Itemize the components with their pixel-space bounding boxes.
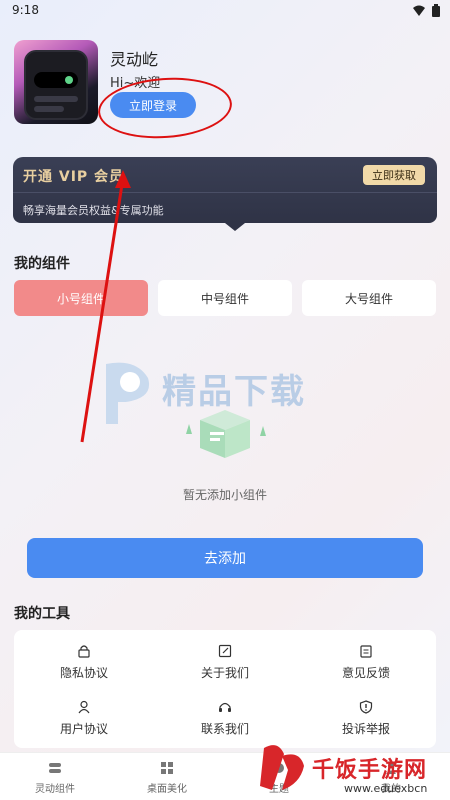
watermark-logo-icon — [106, 362, 150, 424]
tool-label: 联系我们 — [200, 722, 249, 736]
tools-grid: 隐私协议 关于我们 意见反馈 用户协议 联系我们 投诉举报 — [14, 630, 436, 748]
tool-privacy-policy[interactable]: 隐私协议 — [14, 636, 154, 686]
site-logo-icon — [260, 745, 304, 790]
empty-state-text: 暂无添加小组件 — [182, 488, 267, 502]
tool-label: 关于我们 — [200, 666, 249, 680]
nav-item-widgets[interactable]: 灵动组件 — [0, 757, 110, 796]
shield-alert-icon — [359, 700, 373, 714]
status-icons — [412, 4, 440, 17]
widget-size-tabs: 小号组件 中号组件 大号组件 — [14, 280, 436, 316]
add-widget-button[interactable]: 去添加 — [27, 538, 423, 578]
phone-bar — [34, 96, 78, 102]
tab-medium-widget[interactable]: 中号组件 — [158, 280, 292, 316]
grid-icon — [161, 762, 173, 774]
tool-feedback[interactable]: 意见反馈 — [296, 636, 436, 686]
battery-icon — [432, 4, 440, 17]
phone-bar — [34, 106, 64, 112]
tool-label: 投诉举报 — [341, 722, 390, 736]
tool-label: 用户协议 — [59, 722, 108, 736]
status-bar: 9:18 — [0, 0, 450, 22]
app-name: 灵动屹 — [110, 50, 159, 69]
vip-banner[interactable]: 开通 VIP 会员 立即获取 畅享海量会员权益&专属功能 — [13, 157, 437, 231]
vip-subtitle: 畅享海量会员权益&专属功能 — [23, 204, 164, 217]
vip-banner-top: 开通 VIP 会员 立即获取 — [13, 157, 437, 193]
widgets-icon — [49, 763, 61, 773]
tool-about-us[interactable]: 关于我们 — [155, 636, 295, 686]
user-icon — [78, 700, 90, 714]
wifi-icon — [413, 5, 425, 16]
island-dot — [65, 76, 73, 84]
tools-title: 我的工具 — [14, 606, 70, 622]
app-thumbnail — [14, 40, 98, 124]
profile-header: 灵动屹 Hi~欢迎 立即登录 — [14, 40, 434, 143]
corner-watermark: 千饭手游网 www.eduexbcn — [252, 738, 450, 800]
corner-watermark-url: www.eduexbcn — [344, 782, 428, 795]
tool-report[interactable]: 投诉举报 — [296, 692, 436, 742]
phone-illustration — [24, 50, 88, 120]
tool-user-agreement[interactable]: 用户协议 — [14, 692, 154, 742]
tab-large-widget[interactable]: 大号组件 — [302, 280, 436, 316]
status-time: 9:18 — [12, 3, 39, 17]
widgets-title: 我的组件 — [14, 256, 70, 272]
tab-small-widget[interactable]: 小号组件 — [14, 280, 148, 316]
nav-label: 灵动组件 — [35, 784, 75, 795]
vip-title: 开通 VIP 会员 — [23, 169, 125, 185]
corner-watermark-text: 千饭手游网 — [312, 758, 428, 783]
tool-label: 隐私协议 — [59, 666, 108, 680]
empty-box-icon — [186, 410, 266, 458]
vip-get-button[interactable]: 立即获取 — [363, 165, 425, 185]
lock-icon — [78, 645, 90, 658]
clipboard-icon — [360, 645, 372, 658]
tool-label: 意见反馈 — [341, 666, 390, 680]
edit-icon — [218, 644, 232, 658]
dynamic-island-shape — [34, 72, 78, 88]
nav-item-desktop[interactable]: 桌面美化 — [112, 757, 222, 796]
nav-label: 桌面美化 — [147, 784, 187, 795]
vip-tail — [225, 223, 245, 231]
headset-icon — [219, 702, 231, 712]
tool-contact-us[interactable]: 联系我们 — [155, 692, 295, 742]
